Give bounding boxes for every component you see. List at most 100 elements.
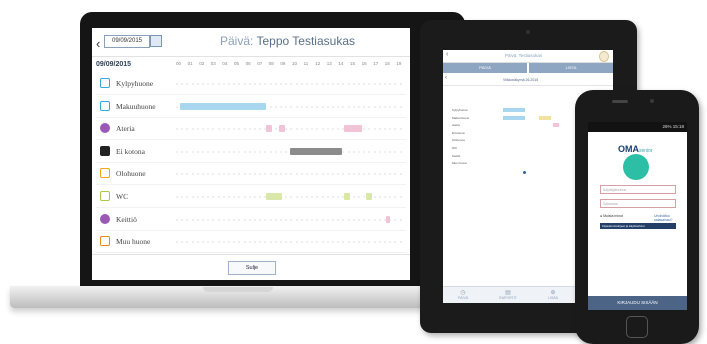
- username-field[interactable]: Käyttäjätunnus: [600, 185, 676, 194]
- room-label: Muu huone: [116, 237, 151, 247]
- help-button[interactable]: Kirjautumisohjeet ja käyttöehdot: [600, 223, 676, 229]
- grid-dot: [259, 83, 262, 85]
- forgot-password-link[interactable]: Unohditko salasanasi?: [654, 214, 687, 222]
- login-button[interactable]: KIRJAUDU SISÄÄN: [588, 296, 687, 310]
- grid-dot: [196, 83, 199, 85]
- tab-list[interactable]: LISTA: [529, 63, 613, 73]
- remember-checkbox[interactable]: ● Muista minut: [600, 214, 623, 218]
- grid-dot: [196, 173, 199, 176]
- grid-dot: [389, 105, 392, 108]
- remember-label: Muista minut: [603, 214, 623, 218]
- status-text: 26% 15:18: [662, 124, 684, 129]
- grid-dot: [274, 241, 277, 244]
- grid-dot: [399, 128, 402, 131]
- grid-dot: [269, 218, 272, 221]
- grid-dot: [306, 83, 308, 85]
- tablet-activity-bar: [503, 115, 525, 120]
- grid-dot: [373, 218, 376, 221]
- tablet-row-label: Keittiö: [452, 153, 461, 158]
- grid-dot: [378, 218, 381, 221]
- nav-more[interactable]: ⊕ LISÄÄ: [538, 289, 568, 300]
- grid-dot: [399, 218, 402, 221]
- hour-tick: 12: [315, 61, 321, 66]
- grid-dot: [238, 196, 241, 198]
- nav-reports[interactable]: ▤ RAPORTIT: [493, 289, 523, 300]
- password-field[interactable]: Salasana: [600, 199, 676, 208]
- grid-dot: [332, 241, 334, 244]
- grid-dot: [394, 173, 397, 176]
- grid-dot: [264, 173, 267, 176]
- grid-dot: [212, 196, 215, 198]
- grid-dot: [358, 241, 360, 244]
- phone-speaker: [612, 100, 628, 103]
- grid-dot: [316, 218, 319, 221]
- tablet-date-bar: ‹ Viikkonäkymä 26.2015: [443, 75, 613, 86]
- grid-dot: [358, 150, 360, 153]
- grid-dot: [280, 105, 282, 108]
- grid-dot: [342, 83, 345, 85]
- grid-dot: [238, 241, 241, 244]
- grid-dot: [233, 173, 236, 176]
- activity-bar: [279, 125, 285, 133]
- grid-dot: [222, 173, 225, 176]
- grid-dot: [306, 105, 308, 108]
- grid-dot: [191, 196, 194, 198]
- calendar-icon[interactable]: [150, 35, 162, 47]
- grid-dot: [243, 150, 246, 153]
- grid-dot: [202, 128, 204, 131]
- activity-bar: [290, 147, 342, 155]
- nav-reports-label: RAPORTIT: [499, 296, 517, 300]
- hour-tick: 07: [257, 61, 263, 66]
- grid-dot: [217, 218, 220, 221]
- grid-dot: [196, 150, 199, 153]
- grid-dot: [332, 83, 334, 85]
- grid-dot: [212, 150, 215, 153]
- grid-dot: [285, 83, 288, 85]
- grid-dot: [342, 173, 345, 176]
- grid-dot: [228, 173, 230, 176]
- room-row: Kylpyhuone: [96, 74, 406, 95]
- grid-dot: [352, 83, 355, 85]
- bed-icon: [100, 100, 110, 111]
- grid-dot: [228, 241, 230, 244]
- tab-day[interactable]: PÄIVÄ: [443, 63, 527, 73]
- bulb-icon[interactable]: [599, 51, 609, 62]
- home-button-icon[interactable]: [626, 316, 648, 338]
- grid-dot: [212, 83, 215, 85]
- room-row: Keittiö: [96, 210, 406, 231]
- grid-dot: [181, 241, 184, 244]
- grid-dot: [321, 173, 324, 176]
- grid-dot: [332, 128, 334, 131]
- date-input[interactable]: 09/09/2015: [104, 35, 150, 48]
- tablet-activity-bar: [539, 115, 551, 120]
- grid-dot: [259, 128, 262, 131]
- grid-dot: [222, 83, 225, 85]
- grid-dot: [269, 83, 272, 85]
- meal-icon: [100, 123, 110, 134]
- grid-dot: [352, 105, 355, 108]
- grid-dot: [332, 173, 334, 176]
- grid-dot: [326, 218, 329, 221]
- grid-dot: [389, 241, 392, 244]
- grid-dot: [285, 105, 288, 108]
- tablet-back-icon[interactable]: ‹: [446, 51, 448, 58]
- room-row: Makuuhuone: [96, 97, 406, 118]
- app-logo: OMAsenior: [618, 144, 653, 154]
- grid-dot: [394, 105, 397, 108]
- grid-dot: [358, 218, 360, 221]
- grid-dot: [181, 150, 184, 153]
- tablet-row-label: Kylpyhuone: [452, 108, 468, 112]
- grid-dot: [254, 150, 256, 153]
- grid-dot: [306, 196, 308, 198]
- grid-dot: [363, 150, 366, 153]
- grid-dot: [254, 196, 256, 198]
- tablet-activity-bar: [503, 108, 525, 112]
- tablet-date-back-icon[interactable]: ‹: [445, 75, 447, 81]
- back-chevron-icon[interactable]: ‹: [96, 36, 100, 51]
- grid-dot: [274, 128, 277, 131]
- grid-dot: [233, 218, 236, 221]
- tablet-date-text: Viikkonäkymä 26.2015: [503, 78, 539, 82]
- grid-dot: [373, 83, 376, 85]
- nav-day[interactable]: ◷ PÄIVÄ: [448, 289, 478, 300]
- close-button[interactable]: Sulje: [228, 261, 276, 275]
